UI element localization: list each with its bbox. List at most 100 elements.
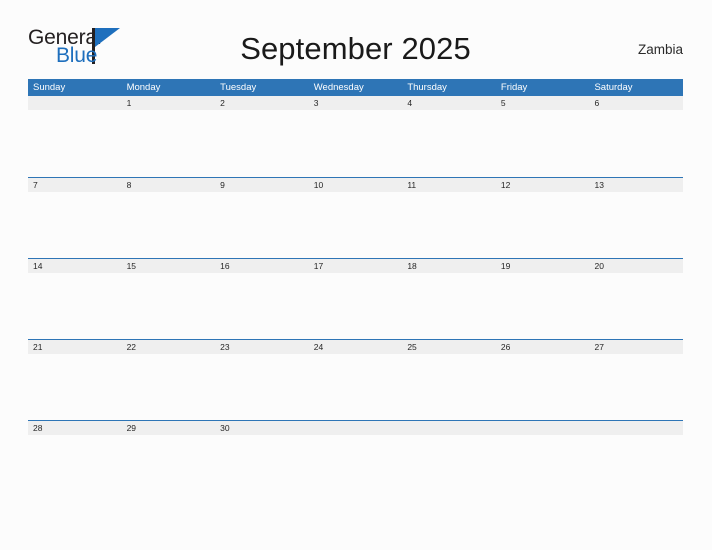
- day-note-area[interactable]: [402, 273, 496, 339]
- day-note-area[interactable]: [308, 192, 403, 258]
- day-band: 14: [28, 259, 122, 273]
- day-cell[interactable]: 8: [121, 178, 216, 258]
- day-note-area[interactable]: [121, 192, 216, 258]
- day-number: 15: [126, 261, 137, 271]
- day-band: 6: [589, 96, 684, 110]
- day-band: 7: [28, 178, 122, 192]
- day-band: 21: [28, 340, 122, 354]
- day-note-area[interactable]: [589, 192, 684, 258]
- day-note-area[interactable]: [495, 110, 590, 176]
- day-cell[interactable]: 10: [308, 178, 403, 258]
- day-cell[interactable]: 23: [215, 340, 309, 420]
- calendar-week-row: 28 29 30: [28, 420, 684, 445]
- day-cell[interactable]: 4: [402, 96, 496, 177]
- day-note-area[interactable]: [121, 354, 216, 420]
- day-cell[interactable]: 16: [215, 259, 309, 339]
- day-band: 16: [215, 259, 309, 273]
- day-note-area[interactable]: [28, 435, 122, 445]
- day-cell[interactable]: 13: [589, 178, 684, 258]
- day-note-area[interactable]: [215, 192, 309, 258]
- day-band: 18: [402, 259, 496, 273]
- day-band: 25: [402, 340, 496, 354]
- day-number: 11: [407, 180, 417, 190]
- day-cell[interactable]: 15: [121, 259, 216, 339]
- day-band: 23: [215, 340, 309, 354]
- weekday-header-saturday: Saturday: [594, 82, 633, 93]
- day-note-area[interactable]: [589, 110, 684, 176]
- day-note-area[interactable]: [215, 354, 309, 420]
- day-number: 6: [594, 98, 600, 108]
- day-cell[interactable]: 20: [589, 259, 684, 339]
- day-note-area[interactable]: [28, 354, 122, 420]
- day-number: 4: [407, 98, 413, 108]
- day-note-area[interactable]: [121, 110, 216, 176]
- weekday-header-sunday: Sunday: [33, 82, 66, 93]
- day-note-area[interactable]: [308, 273, 403, 339]
- day-number: 10: [313, 180, 324, 190]
- day-cell[interactable]: 28: [28, 421, 122, 445]
- day-cell[interactable]: 18: [402, 259, 496, 339]
- day-note-area[interactable]: [495, 192, 590, 258]
- day-note-area[interactable]: [308, 354, 403, 420]
- day-number: 29: [126, 423, 137, 433]
- day-note-area[interactable]: [402, 192, 496, 258]
- day-cell[interactable]: 24: [308, 340, 403, 420]
- calendar-week-row: 21 22 23 24 25 26 27: [28, 339, 684, 420]
- day-band: 20: [589, 259, 684, 273]
- day-note-area[interactable]: [308, 110, 403, 176]
- day-cell[interactable]: 11: [402, 178, 496, 258]
- day-note-area[interactable]: [28, 192, 122, 258]
- day-cell[interactable]: 21: [28, 340, 122, 420]
- day-band: 27: [589, 340, 684, 354]
- day-note-area[interactable]: [589, 354, 684, 420]
- day-note-area[interactable]: [28, 273, 122, 339]
- day-cell[interactable]: 5: [495, 96, 590, 177]
- day-number: 3: [313, 98, 319, 108]
- weekday-header-tuesday: Tuesday: [220, 82, 257, 93]
- day-cell[interactable]: 25: [402, 340, 496, 420]
- day-cell[interactable]: 7: [28, 178, 122, 258]
- day-cell[interactable]: [28, 96, 122, 177]
- day-cell[interactable]: 17: [308, 259, 403, 339]
- day-note-area[interactable]: [495, 273, 590, 339]
- day-note-area[interactable]: [402, 354, 496, 420]
- day-cell[interactable]: 22: [121, 340, 216, 420]
- calendar-page: General Blue September 2025 Zambia Sunda…: [0, 0, 712, 550]
- day-number: 7: [33, 180, 38, 190]
- day-band: 8: [121, 178, 216, 192]
- day-note-area[interactable]: [215, 435, 309, 445]
- day-number: 18: [407, 261, 417, 271]
- day-cell[interactable]: 19: [495, 259, 590, 339]
- day-cell[interactable]: 12: [495, 178, 590, 258]
- day-band: [28, 96, 122, 110]
- day-number: 26: [500, 342, 511, 352]
- day-cell[interactable]: 14: [28, 259, 122, 339]
- calendar-week-row: 7 8 9 10 11 12 13: [28, 177, 684, 258]
- day-cell[interactable]: 9: [215, 178, 309, 258]
- day-cell[interactable]: 6: [589, 96, 684, 177]
- day-number: 17: [313, 261, 324, 271]
- day-band: [308, 421, 403, 435]
- day-band: 11: [402, 178, 496, 192]
- day-note-area[interactable]: [121, 273, 216, 339]
- day-number: 30: [220, 423, 230, 433]
- day-note-area: [589, 435, 684, 445]
- day-note-area[interactable]: [589, 273, 684, 339]
- day-cell[interactable]: 30: [215, 421, 309, 445]
- day-note-area[interactable]: [215, 273, 309, 339]
- day-cell[interactable]: 27: [589, 340, 684, 420]
- day-cell-empty: [589, 421, 684, 445]
- day-note-area[interactable]: [495, 354, 590, 420]
- day-cell[interactable]: 3: [308, 96, 403, 177]
- day-note-area[interactable]: [402, 110, 496, 176]
- day-note-area[interactable]: [215, 110, 309, 176]
- day-note-area[interactable]: [28, 110, 122, 176]
- day-band: 9: [215, 178, 309, 192]
- day-note-area[interactable]: [121, 435, 216, 445]
- locale-label: Zambia: [637, 42, 683, 57]
- day-cell[interactable]: 29: [121, 421, 216, 445]
- day-cell[interactable]: 26: [495, 340, 590, 420]
- day-cell[interactable]: 2: [215, 96, 309, 177]
- day-cell[interactable]: 1: [121, 96, 216, 177]
- weekday-header-friday: Friday: [500, 82, 528, 93]
